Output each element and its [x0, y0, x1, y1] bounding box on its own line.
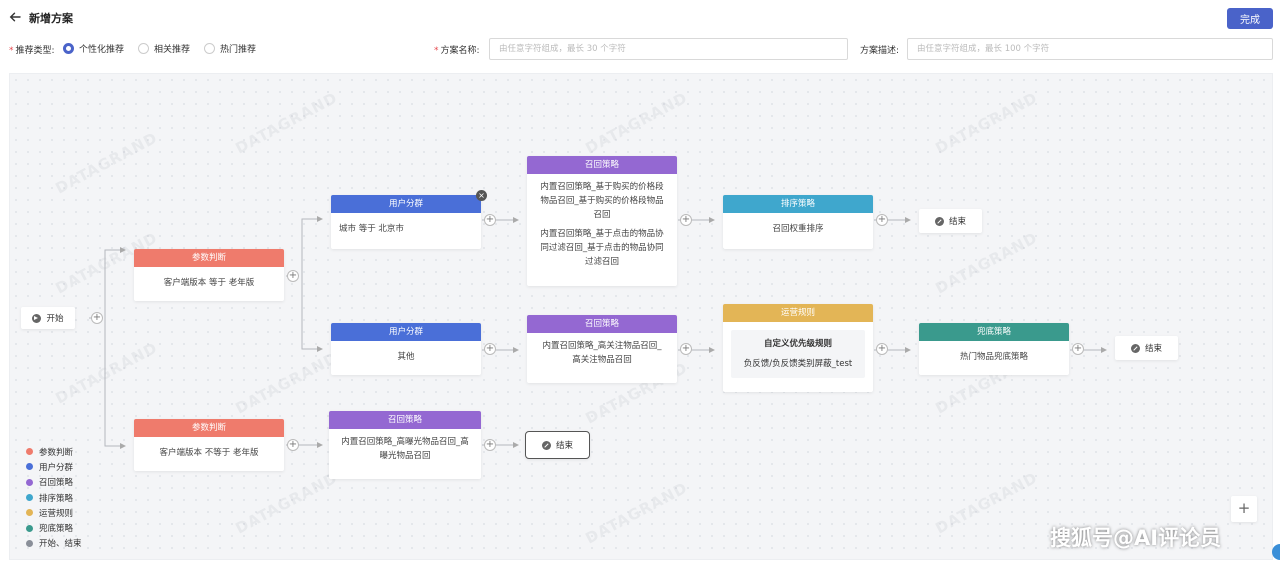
- add-node-button[interactable]: +: [287, 439, 299, 451]
- legend-dot: [26, 463, 33, 471]
- recall-node-1[interactable]: 召回策略 内置召回策略_基于购买的价格段物品召回_基于购买的价格段物品召回 内置…: [527, 156, 677, 286]
- radio-dot: [138, 43, 149, 54]
- node-title: 召回策略: [329, 411, 481, 429]
- stop-icon: [1130, 343, 1140, 353]
- add-node-button[interactable]: +: [484, 343, 496, 355]
- add-node-button[interactable]: +: [484, 439, 496, 451]
- rule-title: 自定义优先级规则: [763, 339, 832, 349]
- node-title: 参数判断: [134, 249, 284, 267]
- recommend-type-label: * 推荐类型:: [9, 46, 55, 56]
- recall-node-3[interactable]: 召回策略 内置召回策略_高曝光物品召回_高曝光物品召回: [329, 411, 481, 479]
- plan-desc-input[interactable]: [907, 38, 1273, 60]
- node-body: 召回权重排序: [772, 224, 824, 234]
- add-node-button[interactable]: +: [680, 214, 692, 226]
- flow-canvas[interactable]: DATAGRAND DATAGRAND DATAGRAND DATAGRAND …: [9, 73, 1273, 560]
- radio-personalized[interactable]: 个性化推荐: [63, 42, 124, 55]
- radio-related[interactable]: 相关推荐: [138, 42, 190, 55]
- play-icon: [32, 313, 42, 323]
- node-title: 用户分群: [331, 323, 481, 341]
- node-title: 召回策略: [527, 156, 677, 174]
- node-title: 运营规则: [723, 304, 873, 322]
- legend-item: 参数判断: [26, 444, 82, 459]
- node-body: 客户端版本 不等于 老年版: [159, 448, 259, 458]
- stop-icon: [934, 216, 944, 226]
- node-body: 内置召回策略_高关注物品召回_高关注物品召回: [542, 341, 662, 365]
- rule-body: 负反馈/负反馈类别屏蔽_test: [743, 359, 853, 369]
- node-body: 内置召回策略_基于购买的价格段物品召回_基于购买的价格段物品召回: [540, 182, 664, 220]
- brand-watermark: 搜狐号@AI评论员: [1050, 526, 1222, 550]
- plan-desc-label: 方案描述:: [860, 46, 900, 56]
- legend-dot: [26, 478, 33, 486]
- page-title: 新增方案: [29, 12, 73, 25]
- node-title: 参数判断: [134, 419, 284, 437]
- user-group-node-1[interactable]: 用户分群 城市 等于 北京市: [331, 195, 481, 249]
- close-icon[interactable]: ×: [476, 190, 487, 201]
- legend-item: 用户分群: [26, 459, 82, 474]
- node-title: 排序策略: [723, 195, 873, 213]
- stop-icon: [541, 440, 551, 450]
- op-rule-node-1[interactable]: 运营规则 自定义优先级规则 负反馈/负反馈类别屏蔽_test: [723, 304, 873, 392]
- radio-popular[interactable]: 热门推荐: [204, 42, 256, 55]
- corner-badge-icon[interactable]: [1272, 544, 1280, 560]
- add-node-button[interactable]: +: [1072, 343, 1084, 355]
- legend: 参数判断 用户分群 召回策略 排序策略 运营规则 兜底策略 开始、结束: [26, 444, 82, 551]
- add-node-button[interactable]: +: [876, 343, 888, 355]
- back-arrow-icon[interactable]: [8, 10, 22, 24]
- legend-item: 运营规则: [26, 505, 82, 520]
- add-node-button[interactable]: +: [876, 214, 888, 226]
- legend-item: 开始、结束: [26, 536, 82, 551]
- add-node-button[interactable]: +: [287, 270, 299, 282]
- legend-dot: [26, 448, 33, 456]
- end-node-1[interactable]: 结束: [919, 209, 982, 233]
- node-body: 热门物品兜底策略: [959, 352, 1028, 362]
- plan-name-label: * 方案名称:: [434, 46, 480, 56]
- page-header: 新增方案 完成: [0, 0, 1280, 36]
- start-node[interactable]: 开始: [21, 307, 75, 329]
- node-body: 城市 等于 北京市: [339, 224, 404, 234]
- fallback-node-1[interactable]: 兜底策略 热门物品兜底策略: [919, 323, 1069, 375]
- node-title: 用户分群: [331, 195, 481, 213]
- legend-dot: [26, 524, 33, 532]
- legend-item: 兜底策略: [26, 520, 82, 535]
- param-node-2[interactable]: 参数判断 客户端版本 不等于 老年版: [134, 419, 284, 471]
- radio-dot-checked: [63, 43, 74, 54]
- node-title: 兜底策略: [919, 323, 1069, 341]
- user-group-node-2[interactable]: 用户分群 其他: [331, 323, 481, 375]
- end-node-3[interactable]: 结束: [525, 431, 590, 459]
- node-body: 其他: [397, 352, 415, 362]
- zoom-in-button[interactable]: +: [1231, 496, 1257, 522]
- done-button[interactable]: 完成: [1227, 8, 1273, 29]
- node-title: 召回策略: [527, 315, 677, 333]
- legend-dot: [26, 494, 33, 502]
- radio-dot: [204, 43, 215, 54]
- legend-dot: [26, 539, 33, 547]
- add-node-button[interactable]: +: [680, 343, 692, 355]
- node-body: 内置召回策略_基于点击的物品协同过滤召回_基于点击的物品协同过滤召回: [540, 229, 664, 267]
- end-node-2[interactable]: 结束: [1115, 336, 1178, 360]
- legend-item: 排序策略: [26, 490, 82, 505]
- add-node-button[interactable]: +: [91, 312, 103, 324]
- param-node-1[interactable]: 参数判断 客户端版本 等于 老年版: [134, 249, 284, 301]
- recall-node-2[interactable]: 召回策略 内置召回策略_高关注物品召回_高关注物品召回: [527, 315, 677, 383]
- node-body: 内置召回策略_高曝光物品召回_高曝光物品召回: [341, 437, 469, 461]
- add-node-button[interactable]: +: [484, 214, 496, 226]
- legend-item: 召回策略: [26, 475, 82, 490]
- legend-dot: [26, 509, 33, 517]
- rule-box: 自定义优先级规则 负反馈/负反馈类别屏蔽_test: [731, 330, 865, 378]
- form-row: *推荐类型: 个性化推荐 相关推荐 热门推荐 *方案名称: 方案描述:: [0, 38, 1280, 62]
- node-body: 客户端版本 等于 老年版: [163, 278, 255, 288]
- plan-name-input[interactable]: [489, 38, 848, 60]
- sort-node-1[interactable]: 排序策略 召回权重排序: [723, 195, 873, 249]
